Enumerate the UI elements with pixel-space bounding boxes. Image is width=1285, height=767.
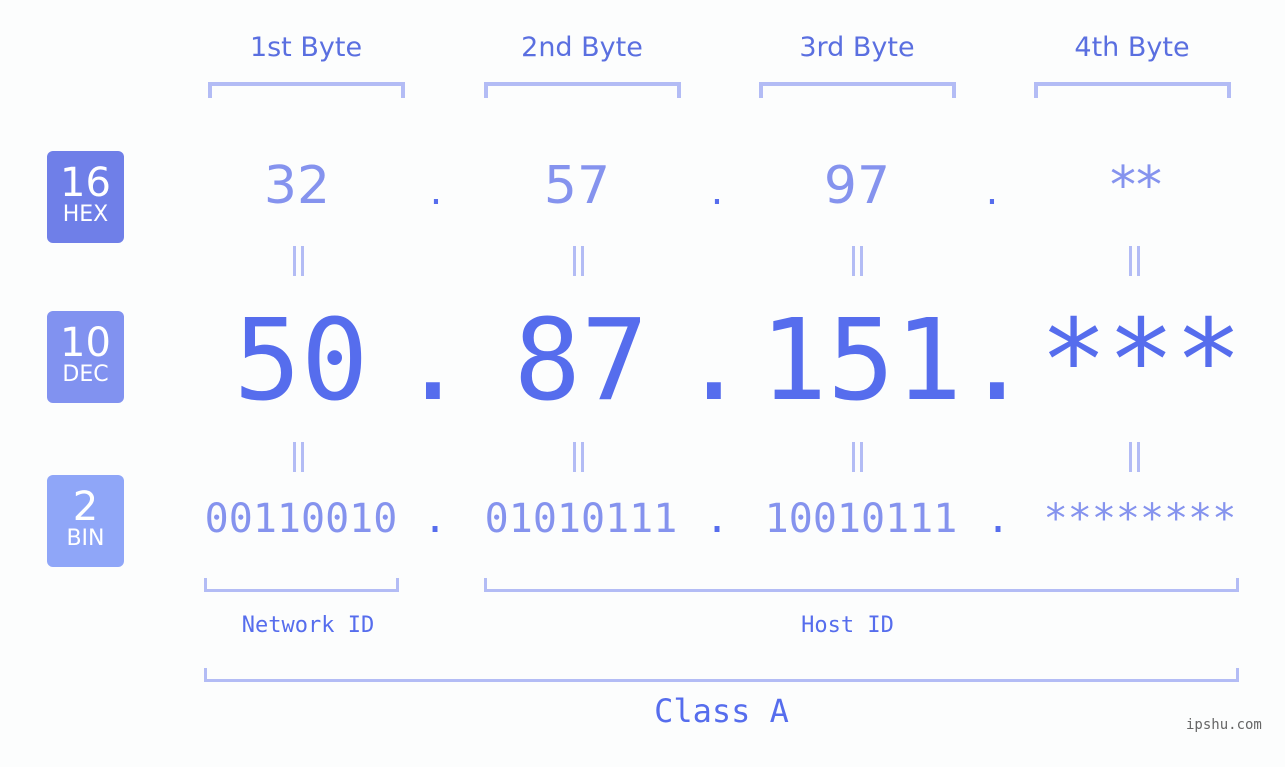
equals-icon xyxy=(848,442,868,472)
hex-badge-number: 16 xyxy=(60,160,111,206)
hex-byte-2: 57 xyxy=(543,156,611,216)
dec-badge-number: 10 xyxy=(60,320,111,366)
hex-separator-2: . xyxy=(710,168,724,214)
dec-badge: 10 DEC xyxy=(47,311,124,403)
equals-icon xyxy=(289,246,309,276)
byte-header-3: 3rd Byte xyxy=(799,32,915,63)
bin-byte-2: 01010111 xyxy=(484,496,678,542)
bin-byte-4: ******** xyxy=(1043,496,1237,542)
byte-4-bracket xyxy=(1034,82,1231,98)
equals-icon xyxy=(289,442,309,472)
equals-icon xyxy=(1125,442,1145,472)
bin-byte-3: 10010111 xyxy=(764,496,958,542)
byte-header-4: 4th Byte xyxy=(1074,32,1190,63)
bin-badge: 2 BIN xyxy=(47,475,124,567)
hex-byte-3: 97 xyxy=(823,156,891,216)
bin-separator-3: . xyxy=(985,496,1011,542)
network-id-bracket xyxy=(204,578,399,592)
byte-2-bracket xyxy=(484,82,681,98)
byte-3-bracket xyxy=(759,82,956,98)
class-bracket xyxy=(204,668,1239,682)
class-label: Class A xyxy=(654,692,789,730)
equals-icon xyxy=(848,246,868,276)
hex-badge: 16 HEX xyxy=(47,151,124,243)
bin-badge-number: 2 xyxy=(72,484,99,530)
bin-separator-2: . xyxy=(704,496,730,542)
bin-badge-label: BIN xyxy=(66,526,105,551)
hex-badge-label: HEX xyxy=(62,202,109,227)
dec-separator-3: . xyxy=(963,296,1031,426)
dec-separator-1: . xyxy=(399,296,467,426)
bin-separator-1: . xyxy=(422,496,448,542)
byte-header-1: 1st Byte xyxy=(249,32,363,63)
bin-byte-1: 00110010 xyxy=(204,496,398,542)
dec-byte-2: 87 xyxy=(513,296,649,426)
dec-byte-1: 50 xyxy=(233,296,369,426)
hex-separator-3: . xyxy=(985,168,999,214)
dec-badge-label: DEC xyxy=(62,362,109,387)
watermark: ipshu.com xyxy=(1186,717,1262,733)
host-id-label: Host ID xyxy=(801,613,894,638)
dec-separator-2: . xyxy=(680,296,748,426)
byte-header-2: 2nd Byte xyxy=(521,32,643,63)
host-id-bracket xyxy=(484,578,1239,592)
equals-icon xyxy=(569,442,589,472)
equals-icon xyxy=(569,246,589,276)
equals-icon xyxy=(1125,246,1145,276)
byte-1-bracket xyxy=(208,82,405,98)
hex-byte-1: 32 xyxy=(263,156,331,216)
network-id-label: Network ID xyxy=(241,613,375,638)
dec-byte-4: *** xyxy=(1039,296,1243,426)
dec-byte-3: 151 xyxy=(759,296,963,426)
hex-byte-4: ** xyxy=(1110,156,1162,216)
hex-separator-1: . xyxy=(429,168,443,214)
